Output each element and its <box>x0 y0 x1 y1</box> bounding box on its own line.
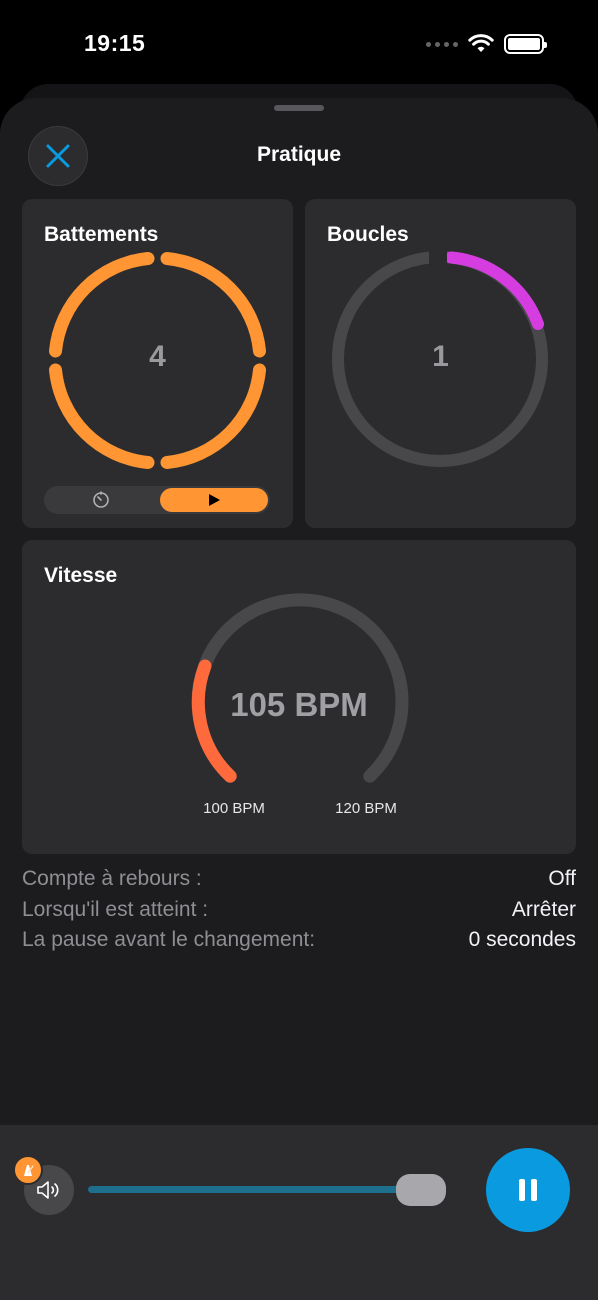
battery-icon <box>504 34 547 54</box>
pause-button[interactable] <box>486 1148 570 1232</box>
timer-icon <box>93 491 109 508</box>
status-bar: 19:15 <box>0 0 598 90</box>
sheet-grabber[interactable] <box>274 105 324 111</box>
beat-segment-4 <box>49 252 155 358</box>
beats-count: 4 <box>149 340 166 373</box>
setting-value: Off <box>548 867 576 890</box>
setting-label: La pause avant le changement: <box>22 928 316 951</box>
player-bar <box>0 1125 598 1300</box>
cellular-signal-icon <box>426 41 458 47</box>
status-time: 19:15 <box>84 30 146 56</box>
volume-slider-track[interactable] <box>88 1186 428 1193</box>
page-title: Pratique <box>256 143 342 166</box>
status-icons <box>426 34 547 54</box>
wifi-icon <box>468 34 494 52</box>
speed-max-label: 120 BPM <box>335 800 397 817</box>
setting-row-countdown[interactable]: Compte à rebours : Off <box>22 864 576 895</box>
speed-value: 105 BPM <box>230 686 368 723</box>
setting-row-pause[interactable]: La pause avant le changement: 0 secondes <box>22 925 576 956</box>
practice-sheet: Pratique Battements 4 Boucles 1 Vitesse … <box>0 98 598 1300</box>
metronome-alert-badge <box>13 1155 43 1185</box>
timer-mode-button[interactable] <box>44 486 158 514</box>
beat-segment-2 <box>160 363 266 469</box>
beat-segment-3 <box>49 363 155 469</box>
loops-count: 1 <box>432 340 449 373</box>
play-icon <box>209 494 220 506</box>
beats-card[interactable]: Battements 4 <box>22 199 293 528</box>
play-mode-button[interactable] <box>160 488 268 512</box>
setting-label: Lorsqu'il est atteint : <box>22 897 209 921</box>
settings-list: Compte à rebours : Off Lorsqu'il est att… <box>22 864 576 956</box>
setting-value: Arrêter <box>511 897 576 921</box>
beat-segment-1 <box>160 252 266 358</box>
beats-mode-toggle[interactable] <box>44 486 270 514</box>
speed-min-label: 100 BPM <box>203 800 265 817</box>
setting-row-when-reached[interactable]: Lorsqu'il est atteint : Arrêter <box>22 895 576 926</box>
setting-label: Compte à rebours : <box>22 867 202 890</box>
volume-slider-thumb[interactable] <box>396 1174 446 1206</box>
metronome-alert-icon <box>24 1165 34 1176</box>
speaker-icon <box>37 1181 59 1199</box>
setting-value: 0 secondes <box>468 928 576 951</box>
loops-card[interactable]: Boucles 1 <box>305 199 576 528</box>
speed-card[interactable]: Vitesse 105 BPM 100 BPM 120 BPM <box>22 540 576 854</box>
pause-icon <box>519 1179 537 1201</box>
